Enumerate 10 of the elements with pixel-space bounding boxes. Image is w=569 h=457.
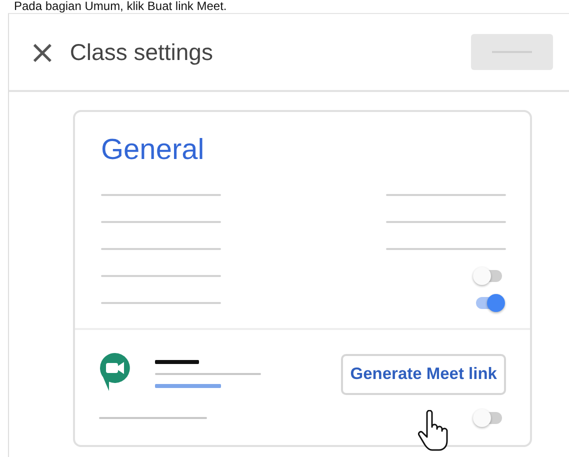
generate-meet-link-button[interactable]: Generate Meet link <box>341 354 506 394</box>
close-button[interactable]: × <box>29 36 56 68</box>
save-button[interactable] <box>471 34 553 70</box>
toggle-switch[interactable] <box>473 408 491 426</box>
toggle-switch[interactable] <box>487 294 505 312</box>
dialog-title: Class settings <box>70 38 214 66</box>
toggle-switch[interactable] <box>473 266 491 284</box>
instruction-caption: Pada bagian Umum, klik Buat link Meet. <box>13 0 228 13</box>
card-title: General <box>101 134 206 167</box>
pointer-hand-icon <box>418 410 448 452</box>
